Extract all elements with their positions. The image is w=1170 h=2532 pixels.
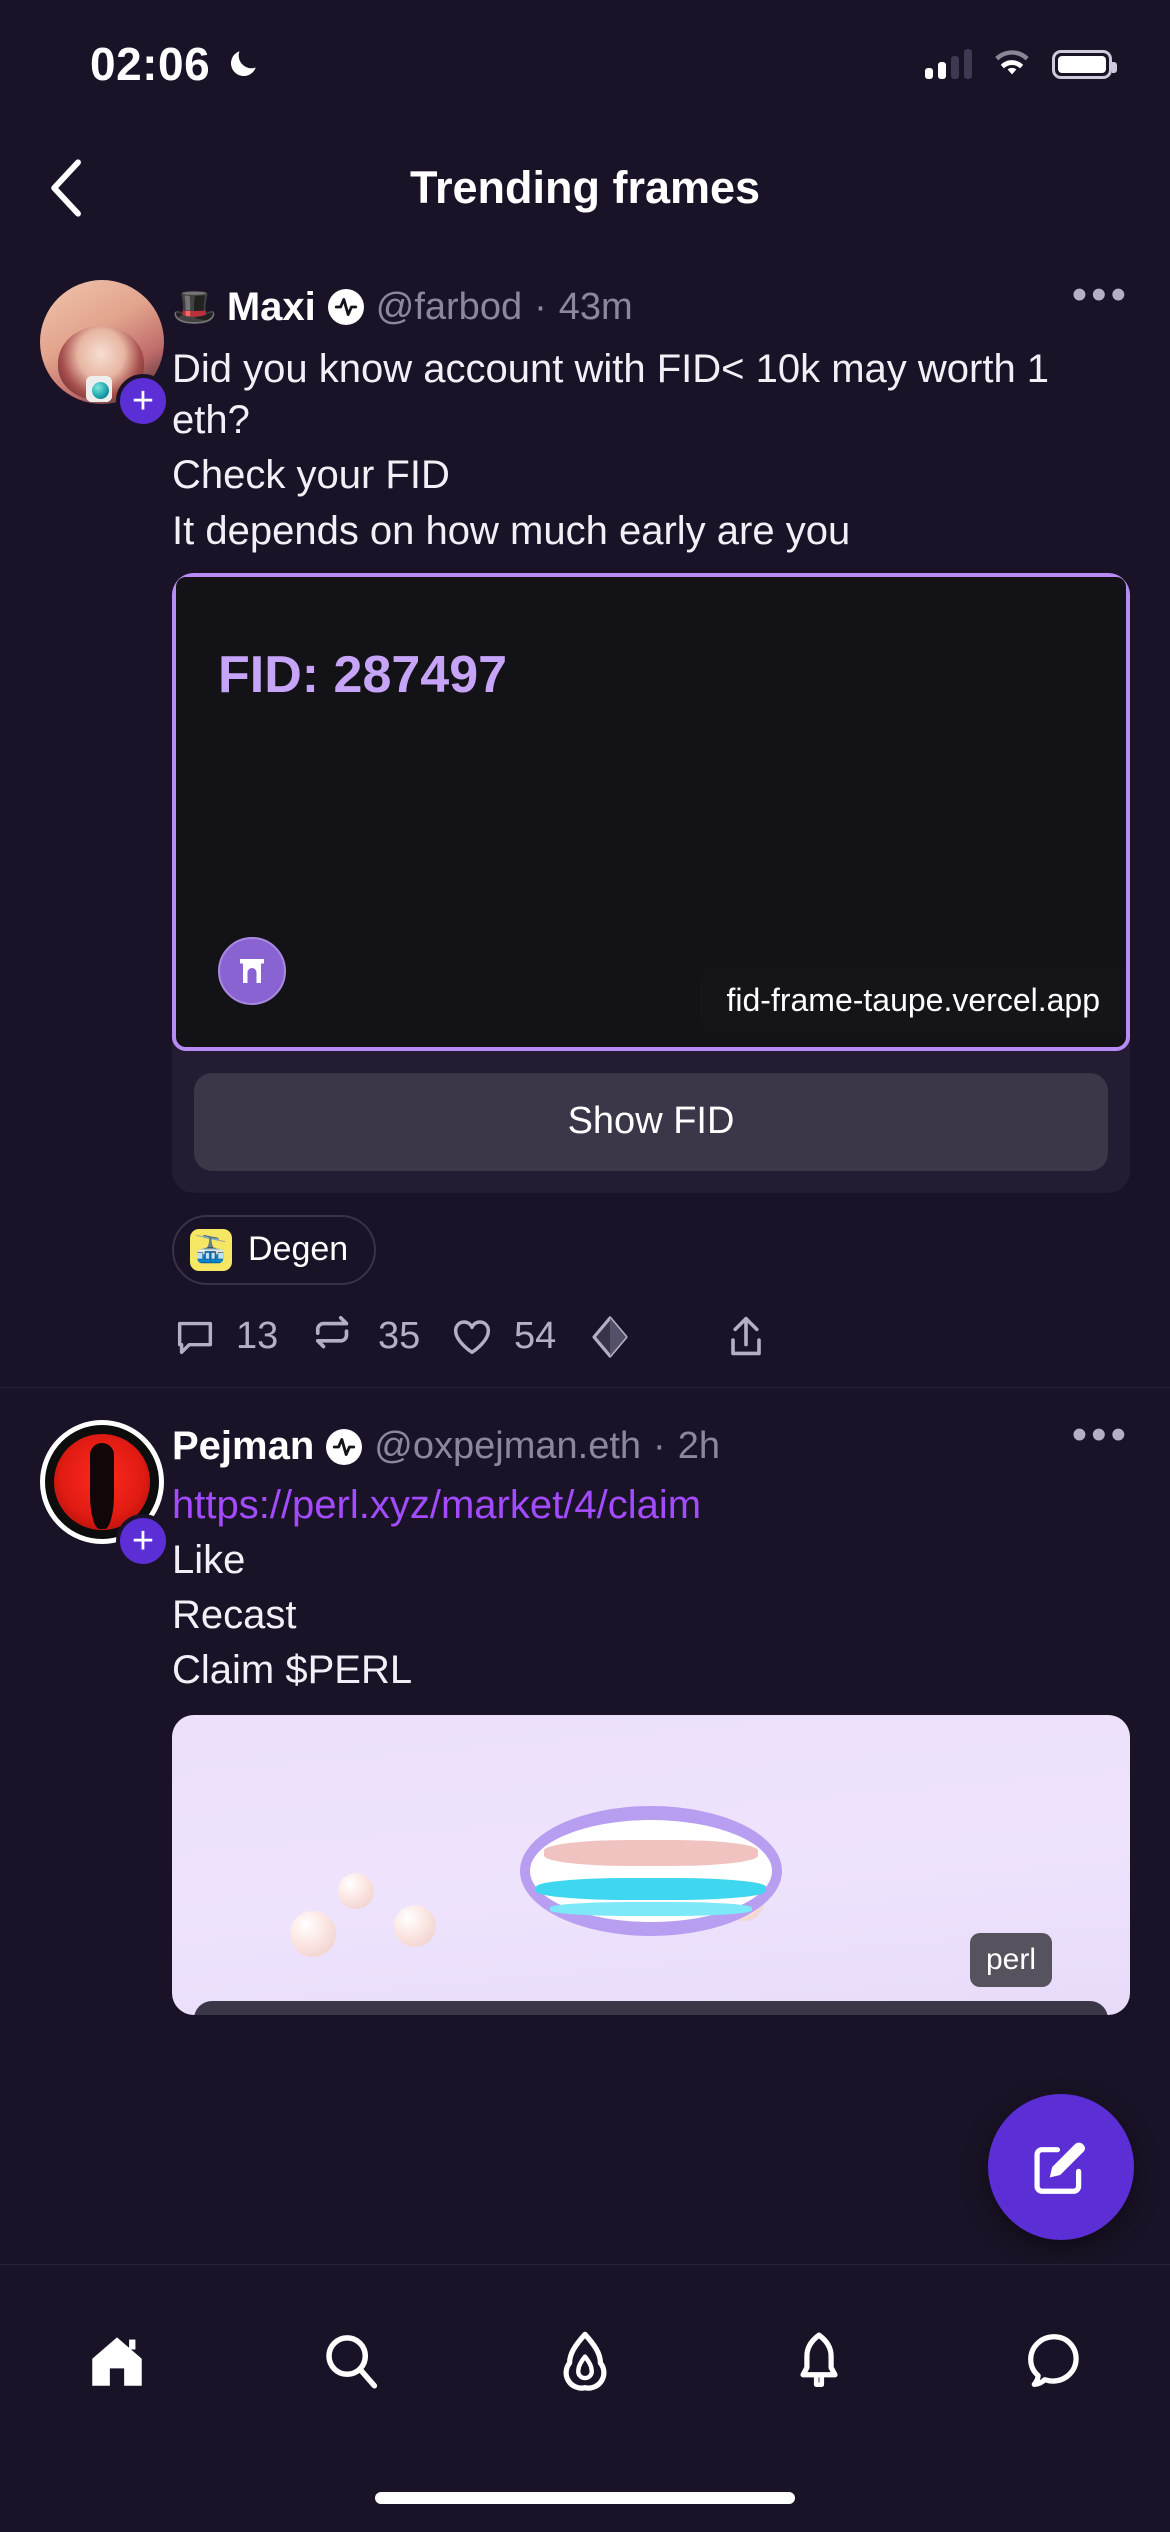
compose-icon: [1034, 2142, 1086, 2194]
display-name[interactable]: Pejman: [172, 1424, 314, 1469]
comment-count: 13: [236, 1315, 279, 1358]
follow-button[interactable]: +: [116, 1513, 170, 1568]
page-title: Trending frames: [409, 162, 761, 213]
flame-icon: [563, 2331, 607, 2391]
tab-home[interactable]: [42, 2313, 192, 2409]
more-options-button[interactable]: •••: [1072, 1412, 1130, 1457]
wifi-icon: [995, 50, 1029, 75]
tab-search[interactable]: [276, 2313, 426, 2409]
user-handle[interactable]: @farbod: [376, 286, 522, 329]
post-item[interactable]: + Pejman @oxpejman.eth · 2h ••• https://…: [0, 1386, 1170, 2015]
follow-button[interactable]: +: [116, 374, 170, 428]
recast-count: 35: [378, 1315, 421, 1358]
farcaster-logo-icon: [218, 936, 286, 1005]
post-body-line: It depends on how much early are you: [172, 508, 851, 553]
status-time: 02:06: [90, 38, 211, 90]
share-button[interactable]: [724, 1313, 862, 1361]
tab-notifications[interactable]: [744, 2313, 894, 2409]
post-body-line: Check your FID: [172, 453, 450, 498]
post-body-line: Recast: [172, 1593, 297, 1638]
feed-list[interactable]: + 🎩 Maxi @farbod · 43m ••• Did you know …: [0, 248, 1170, 2264]
moon-icon: [231, 51, 256, 77]
comment-icon: [177, 1321, 213, 1354]
post-meta: 🎩 Maxi @farbod · 43m •••: [172, 272, 1130, 340]
name-emoji: 🎩: [172, 286, 217, 327]
search-icon: [326, 2335, 378, 2389]
channel-chip[interactable]: 🚠 Degen: [172, 1214, 377, 1285]
tab-trending[interactable]: [510, 2313, 660, 2409]
compose-button[interactable]: [988, 2094, 1134, 2240]
like-count: 54: [514, 1315, 557, 1358]
tip-button[interactable]: [586, 1313, 724, 1361]
like-button[interactable]: 54: [448, 1314, 586, 1360]
post-content: Pejman @oxpejman.eth · 2h ••• https://pe…: [168, 1412, 1130, 2015]
post-item[interactable]: + 🎩 Maxi @farbod · 43m ••• Did you know …: [0, 248, 1170, 1387]
tab-messages[interactable]: [978, 2313, 1128, 2409]
bell-icon: [800, 2332, 838, 2387]
comment-button[interactable]: 13: [172, 1314, 310, 1360]
nav-header: Trending frames: [0, 128, 1170, 248]
home-indicator: [375, 2492, 795, 2504]
chat-bubble-icon: [1028, 2334, 1079, 2387]
post-link[interactable]: https://perl.xyz/market/4/claim: [172, 1480, 1130, 1531]
media-action-button[interactable]: [194, 2000, 1108, 2015]
recast-button[interactable]: 35: [310, 1314, 448, 1360]
heart-icon: [453, 1320, 491, 1354]
frame-action-button[interactable]: Show FID: [194, 1072, 1108, 1171]
power-badge-icon: [326, 1428, 363, 1465]
post-meta: Pejman @oxpejman.eth · 2h •••: [172, 1412, 1130, 1480]
back-button[interactable]: [22, 143, 112, 233]
post-actions: 13 35 54: [172, 1313, 1130, 1387]
post-timestamp: 43m: [558, 285, 633, 328]
signal-bars-icon: [925, 49, 972, 79]
post-timestamp: 2h: [677, 1425, 720, 1468]
recast-icon: [315, 1315, 349, 1349]
diamond-icon: [592, 1316, 628, 1358]
bottom-tab-bar: [0, 2264, 1170, 2532]
post-content: 🎩 Maxi @farbod · 43m ••• Did you know ac…: [168, 272, 1130, 1387]
app-screen: 02:06 Trending frames + 🎩 Maxi @farbod ·…: [0, 0, 1170, 2532]
channel-label: Degen: [248, 1230, 349, 1269]
frame-image[interactable]: FID: 287497 fid-frame-taupe.vercel.app: [172, 572, 1130, 1051]
meta-separator: ·: [653, 1425, 666, 1468]
display-name[interactable]: Maxi: [227, 285, 316, 330]
home-icon: [92, 2337, 142, 2386]
media-tag: perl: [969, 1932, 1052, 1987]
chevron-left-icon: [51, 159, 81, 217]
status-bar-right: [925, 49, 1117, 79]
user-handle[interactable]: @oxpejman.eth: [374, 1425, 641, 1468]
frame-card[interactable]: FID: 287497 fid-frame-taupe.vercel.app S…: [172, 572, 1130, 1193]
frame-url-badge: fid-frame-taupe.vercel.app: [700, 967, 1126, 1033]
more-options-button[interactable]: •••: [1072, 272, 1130, 317]
power-badge-icon: [327, 289, 364, 325]
perl-shell-image[interactable]: perl: [172, 1714, 1130, 2015]
meta-separator: ·: [534, 285, 547, 328]
degen-hat-icon: 🚠: [190, 1228, 232, 1271]
status-bar-left: 02:06: [90, 37, 260, 91]
status-bar: 02:06: [0, 0, 1170, 128]
post-body-line: Like: [172, 1537, 246, 1582]
share-icon: [731, 1316, 761, 1355]
avatar-column: +: [40, 1414, 170, 2015]
post-body-line: Claim $PERL: [172, 1648, 413, 1693]
avatar-column: +: [40, 274, 170, 1387]
battery-full-icon: [1052, 49, 1117, 79]
shell-graphic: [520, 1805, 782, 1936]
post-body-line: Did you know account with FID< 10k may w…: [172, 347, 1050, 443]
frame-fid-label: FID: 287497: [218, 645, 508, 704]
